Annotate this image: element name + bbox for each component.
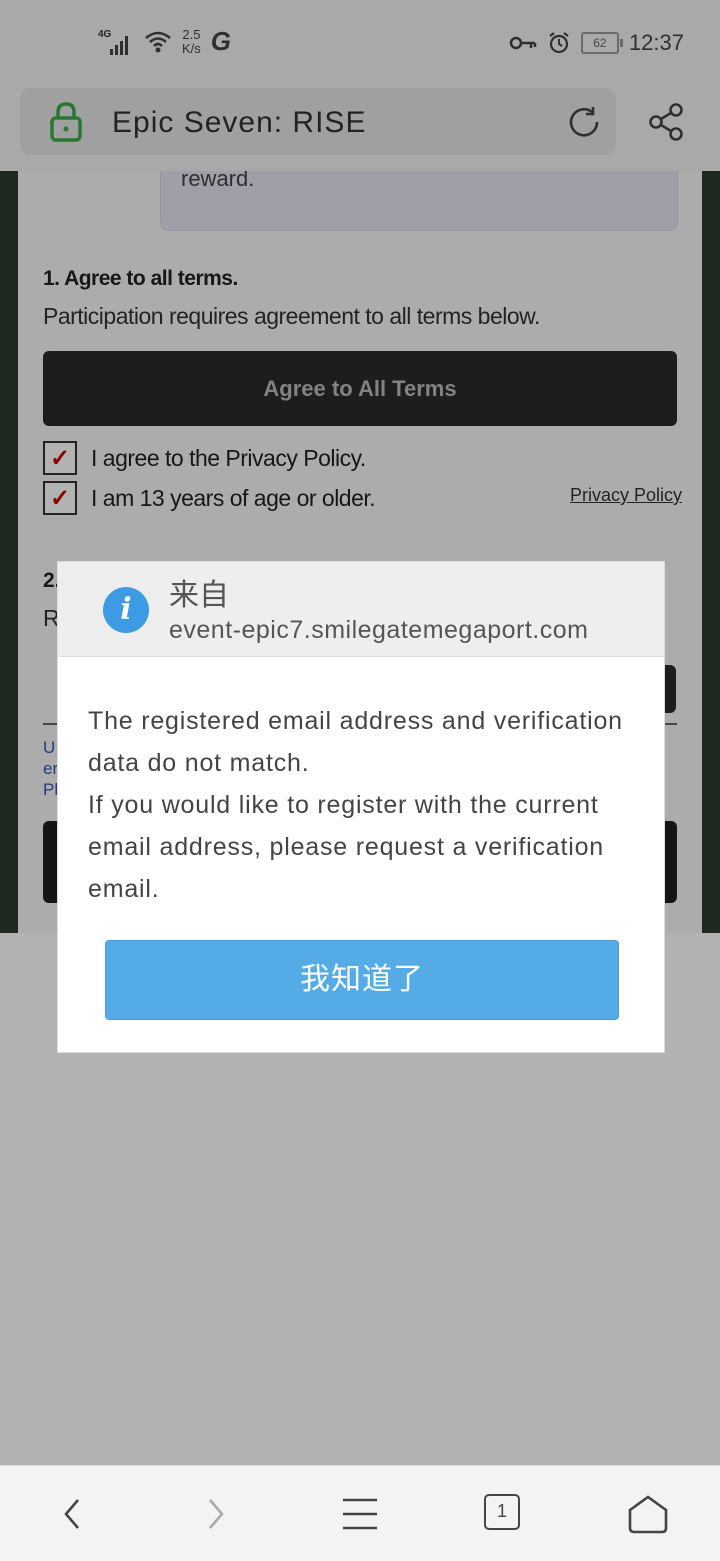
dialog-message: The registered email address and verific…	[88, 707, 623, 903]
forward-icon[interactable]	[194, 1494, 238, 1534]
alert-dialog: i 来自 event-epic7.smilegatemegaport.com T…	[57, 561, 665, 1053]
tabs-icon[interactable]: 1	[484, 1494, 520, 1530]
dialog-ok-button[interactable]: 我知道了	[105, 940, 619, 1020]
dialog-domain: event-epic7.smilegatemegaport.com	[169, 616, 589, 644]
dialog-from-label: 来自	[169, 579, 229, 612]
back-icon[interactable]	[50, 1494, 94, 1534]
info-icon: i	[103, 587, 149, 633]
menu-icon[interactable]	[338, 1494, 382, 1534]
dialog-header: i 来自 event-epic7.smilegatemegaport.com	[58, 562, 664, 657]
home-icon[interactable]	[626, 1494, 670, 1534]
browser-nav-bar: 1	[0, 1465, 720, 1561]
